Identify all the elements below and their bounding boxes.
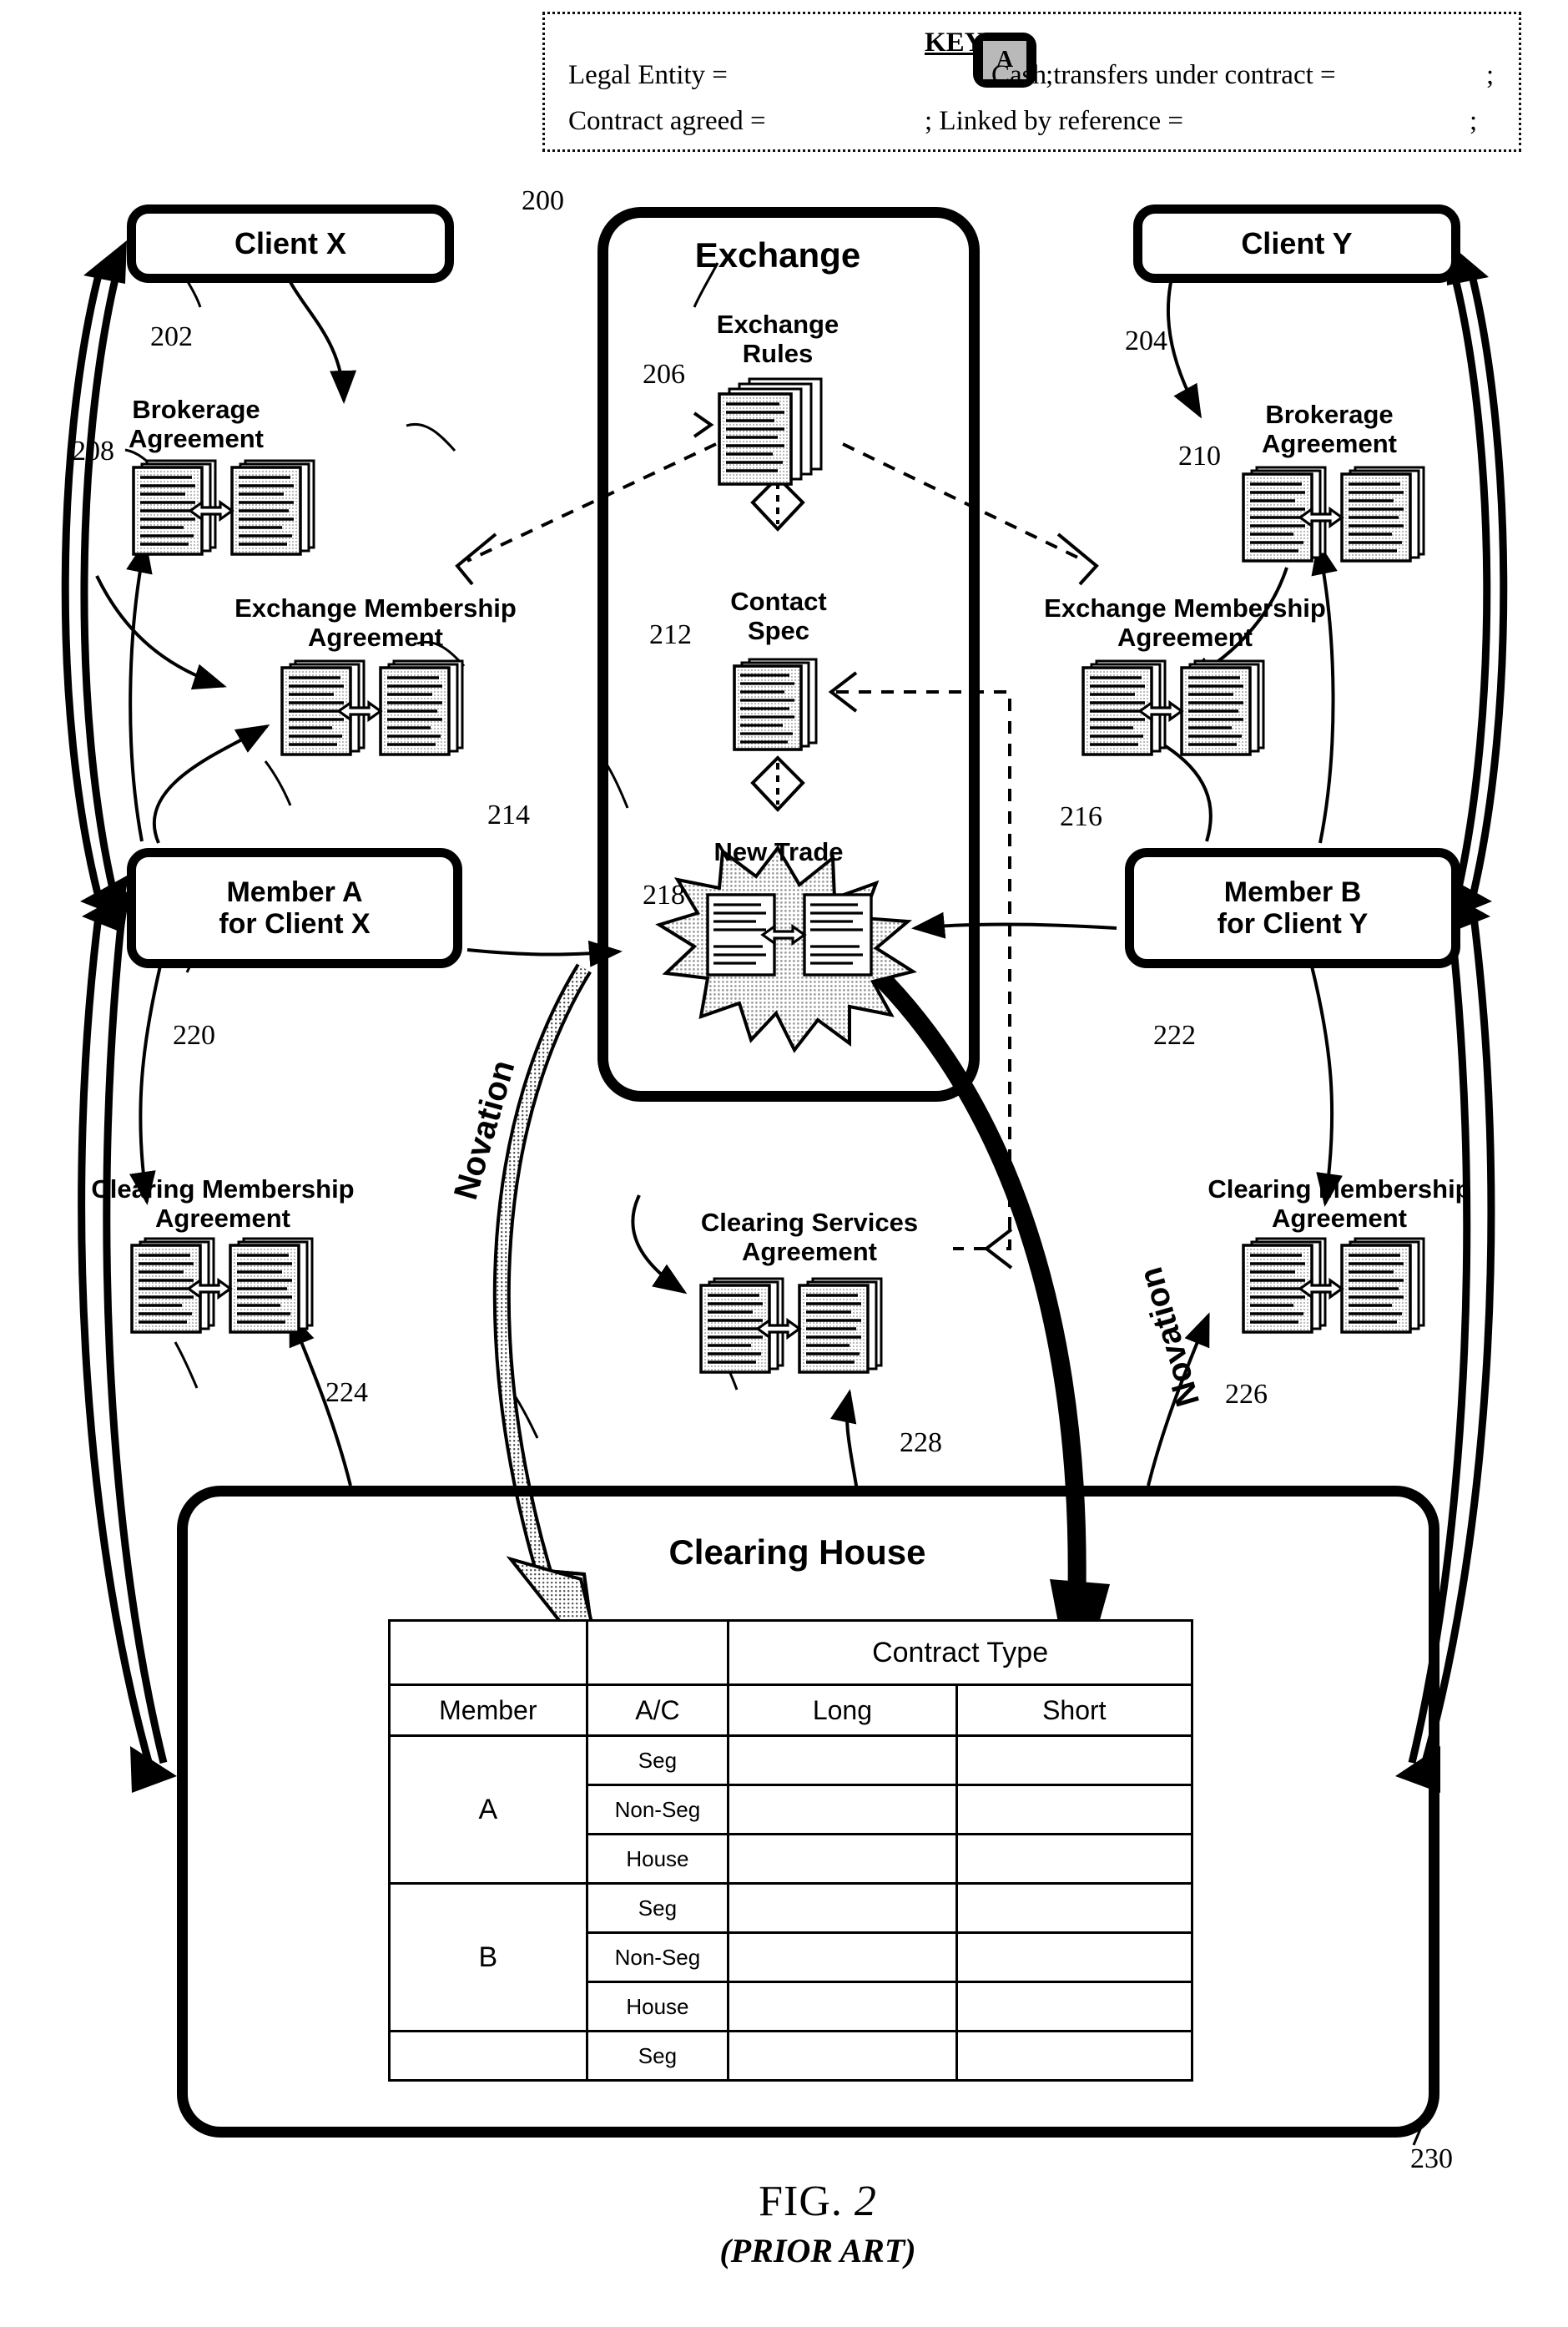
- exchange-membership-agreement-y-label: Exchange Membership Agreement: [1044, 593, 1326, 652]
- member-b-label: Member B for Client Y: [1217, 876, 1369, 940]
- exchange-title: Exchange: [694, 235, 861, 275]
- figure-prior-art-note: (PRIOR ART): [719, 2232, 916, 2269]
- table-cell-ac: House: [585, 1981, 730, 2032]
- table-cell-ac: Seg: [585, 1734, 730, 1786]
- clearing-membership-agreement-x-icon: [130, 1237, 314, 1334]
- table-cell-member: B: [388, 1882, 588, 2032]
- table-cell-long: [727, 2030, 958, 2082]
- key-linked-by-reference-label: ; Linked by reference =: [925, 106, 1183, 136]
- table-cell-ac: Seg: [585, 2030, 730, 2082]
- key-semicolon-2: ;: [1486, 60, 1495, 90]
- member-a-label: Member A for Client X: [219, 876, 371, 940]
- table-cell-short: [955, 1833, 1194, 1885]
- table-cell-short: [955, 1882, 1194, 1934]
- key-legend-box: KEY Legal Entity = A ; Cash transfers un…: [542, 12, 1521, 152]
- clearing-membership-agreement-y-label: Clearing Membership Agreement: [1208, 1174, 1471, 1233]
- brokerage-agreement-y-label: Brokerage Agreement: [1262, 400, 1397, 458]
- clearing-membership-agreement-y-icon: [1242, 1237, 1425, 1334]
- table-cell-ac: Seg: [585, 1882, 730, 1934]
- table-row: Seg: [388, 2030, 1194, 2082]
- table-cell-long: [727, 1784, 958, 1835]
- exchange-rules-label: Exchange Rules: [716, 310, 839, 368]
- table-group-header-contract-type: Contract Type: [727, 1619, 1193, 1686]
- table-cell-short: [955, 1931, 1194, 1983]
- new-trade-label: New Trade: [713, 837, 844, 866]
- figure-number: FIG. 2: [759, 2178, 877, 2225]
- brokerage-agreement-x-icon: [132, 459, 315, 556]
- table-cell-long: [727, 1734, 958, 1786]
- client-y-label: Client Y: [1241, 225, 1353, 260]
- exchange-membership-agreement-x-label: Exchange Membership Agreement: [234, 593, 517, 652]
- key-contract-agreed-label: Contract agreed =: [568, 106, 766, 136]
- table-cell-long: [727, 1833, 958, 1885]
- ref-226: 226: [1225, 1379, 1268, 1410]
- ref-216: 216: [1060, 801, 1102, 832]
- brokerage-agreement-y-icon: [1242, 466, 1425, 563]
- table-corner-blank: [388, 1619, 588, 1686]
- table-cell-long: [727, 1981, 958, 2032]
- key-semicolon-3: ;: [1470, 106, 1478, 136]
- table-header-short: Short: [955, 1683, 1194, 1737]
- clearing-services-agreement-icon: [699, 1277, 883, 1374]
- table-row: B Seg: [388, 1882, 1194, 2032]
- ref-224: 224: [325, 1377, 368, 1408]
- key-cash-transfers-label: Cash transfers under contract =: [991, 60, 1336, 90]
- table-cell-ac: House: [585, 1833, 730, 1885]
- brokerage-agreement-x-label: Brokerage Agreement: [129, 395, 264, 453]
- ref-228: 228: [900, 1427, 942, 1458]
- clearing-house-positions-table: Contract Type Member A/C Long Short A Seg Non-S…: [388, 1619, 1194, 2082]
- key-legal-entity-label: Legal Entity =: [568, 60, 728, 90]
- table-cell-ac: Non-Seg: [585, 1931, 730, 1983]
- novation-label-left: Novation: [447, 1056, 522, 1204]
- table-header-ac: A/C: [585, 1683, 730, 1737]
- ref-202: 202: [150, 321, 193, 352]
- clearing-membership-agreement-x-label: Clearing Membership Agreement: [91, 1174, 355, 1233]
- table-cell-ac: Non-Seg: [585, 1784, 730, 1835]
- table-row: A Seg: [388, 1734, 1194, 1885]
- ref-214: 214: [487, 800, 530, 830]
- table-header-row: Member A/C Long Short: [388, 1683, 1194, 1737]
- client-x-label: Client X: [234, 225, 346, 260]
- ref-212: 212: [649, 619, 692, 650]
- ref-222: 222: [1153, 1020, 1196, 1051]
- novation-label-right: Novation: [1132, 1263, 1208, 1411]
- ref-218: 218: [643, 880, 685, 911]
- table-cell-short: [955, 1981, 1194, 2032]
- table-header-member: Member: [388, 1683, 588, 1737]
- table-cell-member: [388, 2030, 588, 2082]
- entity-client-x[interactable]: Client X: [127, 204, 454, 283]
- table-corner-blank-2: [585, 1619, 730, 1686]
- figure-caption: FIG. 2 (PRIOR ART): [659, 2177, 976, 2270]
- entity-client-y[interactable]: Client Y: [1133, 204, 1460, 283]
- ref-204: 204: [1125, 326, 1167, 356]
- ref-210: 210: [1178, 441, 1221, 472]
- ref-220: 220: [173, 1020, 215, 1051]
- ref-206: 206: [643, 359, 685, 390]
- table-cell-short: [955, 1734, 1194, 1786]
- table-header-long: Long: [727, 1683, 958, 1737]
- clearing-house-title: Clearing House: [668, 1532, 926, 1572]
- table-cell-member: A: [388, 1734, 588, 1885]
- table-cell-long: [727, 1931, 958, 1983]
- ref-208: 208: [72, 436, 114, 467]
- table-group-header-row: Contract Type: [388, 1619, 1193, 1686]
- table-cell-long: [727, 1882, 958, 1934]
- exchange-membership-agreement-x-icon: [280, 659, 464, 756]
- ref-200: 200: [522, 185, 564, 216]
- table-cell-short: [955, 1784, 1194, 1835]
- clearing-services-agreement-label: Clearing Services Agreement: [700, 1208, 919, 1266]
- entity-member-a[interactable]: Member A for Client X: [127, 848, 462, 968]
- ref-230: 230: [1410, 2143, 1453, 2174]
- entity-member-b[interactable]: Member B for Client Y: [1125, 848, 1460, 968]
- table-cell-short: [955, 2030, 1194, 2082]
- exchange-membership-agreement-y-icon: [1081, 659, 1265, 756]
- contact-spec-label: Contact Spec: [730, 587, 827, 645]
